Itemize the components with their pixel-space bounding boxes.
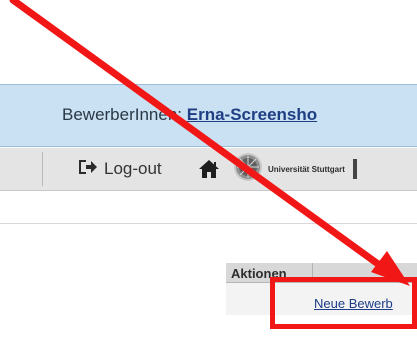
actions-table-header: Aktionen	[226, 263, 417, 283]
logo-edge-mark	[352, 159, 357, 179]
actions-table: Aktionen Neue Bewerb	[226, 263, 417, 315]
home-button[interactable]	[197, 158, 221, 180]
actions-column-header: Aktionen	[231, 266, 287, 281]
logout-label: Log-out	[104, 159, 162, 178]
applicant-user-label: BewerberInnen: Erna-Screensho	[62, 105, 317, 125]
logout-icon	[78, 158, 98, 181]
logout-button[interactable]: Log-out	[78, 158, 162, 180]
main-toolbar: Log-out Universität Stuttgart	[0, 148, 417, 191]
content-divider	[0, 223, 417, 224]
table-column-divider	[312, 263, 313, 283]
university-logo-text: Universität Stuttgart	[268, 164, 345, 174]
user-header-bar: BewerberInnen: Erna-Screensho	[0, 84, 417, 147]
university-stuttgart-logo[interactable]: Universität Stuttgart	[232, 152, 417, 186]
toolbar-divider	[42, 152, 43, 186]
applicant-user-prefix: BewerberInnen:	[62, 105, 187, 124]
actions-table-row: Neue Bewerb	[226, 283, 417, 315]
applicant-user-link[interactable]: Erna-Screensho	[187, 105, 317, 124]
new-application-link[interactable]: Neue Bewerb	[314, 296, 393, 311]
university-seal-icon	[232, 151, 264, 188]
home-icon	[197, 160, 221, 184]
